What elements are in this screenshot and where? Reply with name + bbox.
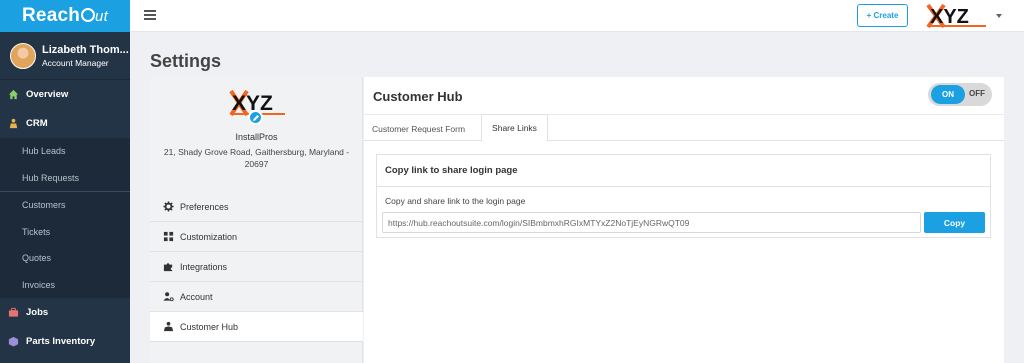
crm-submenu: Hub Leads Hub Requests Customers Tickets…	[0, 138, 130, 298]
sidebar-item-customers[interactable]: Customers	[0, 192, 130, 219]
copy-button[interactable]: Copy	[924, 212, 985, 233]
sidebar-item-invoices[interactable]: Invoices	[0, 272, 130, 299]
avatar	[10, 42, 36, 69]
share-links-card: Copy link to share login page Copy and s…	[376, 154, 991, 238]
sidebar-item-label: Jobs	[26, 307, 49, 318]
company-name: InstallPros	[235, 132, 278, 142]
tab-customer-request-form[interactable]: Customer Request Form	[372, 115, 465, 142]
sidebar-item-hub-requests[interactable]: Hub Requests	[0, 165, 130, 192]
company-logo-text: XYZ	[930, 6, 969, 28]
brand-name-suffix: ut	[95, 8, 108, 25]
hub-icon	[163, 321, 174, 332]
sidebar-item-label: Overview	[26, 89, 69, 100]
toggle-off-label: OFF	[969, 89, 985, 98]
edit-logo-button[interactable]	[248, 110, 263, 125]
tab-share-links[interactable]: Share Links	[481, 114, 548, 142]
chevron-down-icon[interactable]	[996, 14, 1002, 18]
user-role: Account Manager	[42, 57, 109, 68]
share-card-heading: Copy link to share login page	[377, 155, 990, 187]
tab-bar: Customer Request Form Share Links	[364, 114, 1004, 142]
settings-item-label: Preferences	[180, 201, 229, 212]
hub-toggle[interactable]: ON OFF	[928, 83, 992, 106]
gear-icon	[163, 201, 174, 212]
share-link-field[interactable]	[382, 212, 921, 233]
settings-item-customer-hub[interactable]: Customer Hub	[150, 312, 363, 342]
share-card-description: Copy and share link to the login page	[385, 196, 526, 206]
puzzle-icon	[163, 263, 173, 272]
box-icon	[8, 336, 19, 347]
toggle-on-label: ON	[931, 85, 965, 104]
brand-logo[interactable]: Reach ut	[0, 0, 130, 32]
settings-item-preferences[interactable]: Preferences	[150, 192, 363, 222]
settings-item-label: Account	[180, 291, 213, 302]
settings-panel: XYZ InstallPros 21, Shady Grove Road, Ga…	[150, 77, 363, 363]
settings-item-account[interactable]: Account	[150, 282, 363, 312]
sidebar-item-tickets[interactable]: Tickets	[0, 219, 130, 246]
settings-item-label: Integrations	[180, 261, 228, 272]
briefcase-icon	[8, 307, 19, 317]
home-icon	[8, 89, 19, 100]
settings-item-customization[interactable]: Customization	[150, 222, 363, 252]
settings-menu: Preferences Customization Integrations A…	[150, 192, 363, 342]
settings-item-label: Customization	[180, 231, 238, 242]
settings-item-integrations[interactable]: Integrations	[150, 252, 363, 282]
grid-icon	[163, 231, 174, 242]
sidebar-item-jobs[interactable]: Jobs	[0, 298, 130, 327]
sidebar-item-label: CRM	[26, 118, 48, 129]
crm-icon	[9, 118, 18, 129]
company-logo-icon[interactable]: XYZ	[926, 3, 990, 29]
user-profile[interactable]: Lizabeth Thom... Account Manager	[0, 32, 130, 80]
brand-name: Reach	[22, 5, 81, 26]
sidebar-item-overview[interactable]: Overview	[0, 80, 130, 109]
section-title: Customer Hub	[373, 89, 463, 104]
create-button[interactable]: + Create	[857, 4, 908, 27]
top-bar: + Create XYZ	[130, 0, 1024, 32]
sidebar-item-label: Parts Inventory	[26, 336, 96, 347]
hamburger-icon[interactable]	[144, 10, 156, 20]
customer-hub-panel: Customer Hub ON OFF Customer Request For…	[364, 77, 1004, 363]
sidebar-item-hub-leads[interactable]: Hub Leads	[0, 138, 130, 165]
brand-o-icon	[81, 8, 96, 22]
page-title: Settings	[150, 51, 222, 71]
sidebar-item-quotes[interactable]: Quotes	[0, 245, 130, 272]
pencil-icon	[252, 114, 259, 121]
sidebar-item-parts-inventory[interactable]: Parts Inventory	[0, 327, 130, 356]
company-address: 21, Shady Grove Road, Gaithersburg, Mary…	[163, 147, 350, 169]
user-name: Lizabeth Thom...	[42, 43, 129, 56]
sidebar: Reach ut Lizabeth Thom... Account Manager…	[0, 0, 130, 363]
settings-item-label: Customer Hub	[180, 321, 239, 332]
user-gear-icon	[163, 292, 174, 302]
sidebar-item-crm[interactable]: CRM	[0, 109, 130, 138]
